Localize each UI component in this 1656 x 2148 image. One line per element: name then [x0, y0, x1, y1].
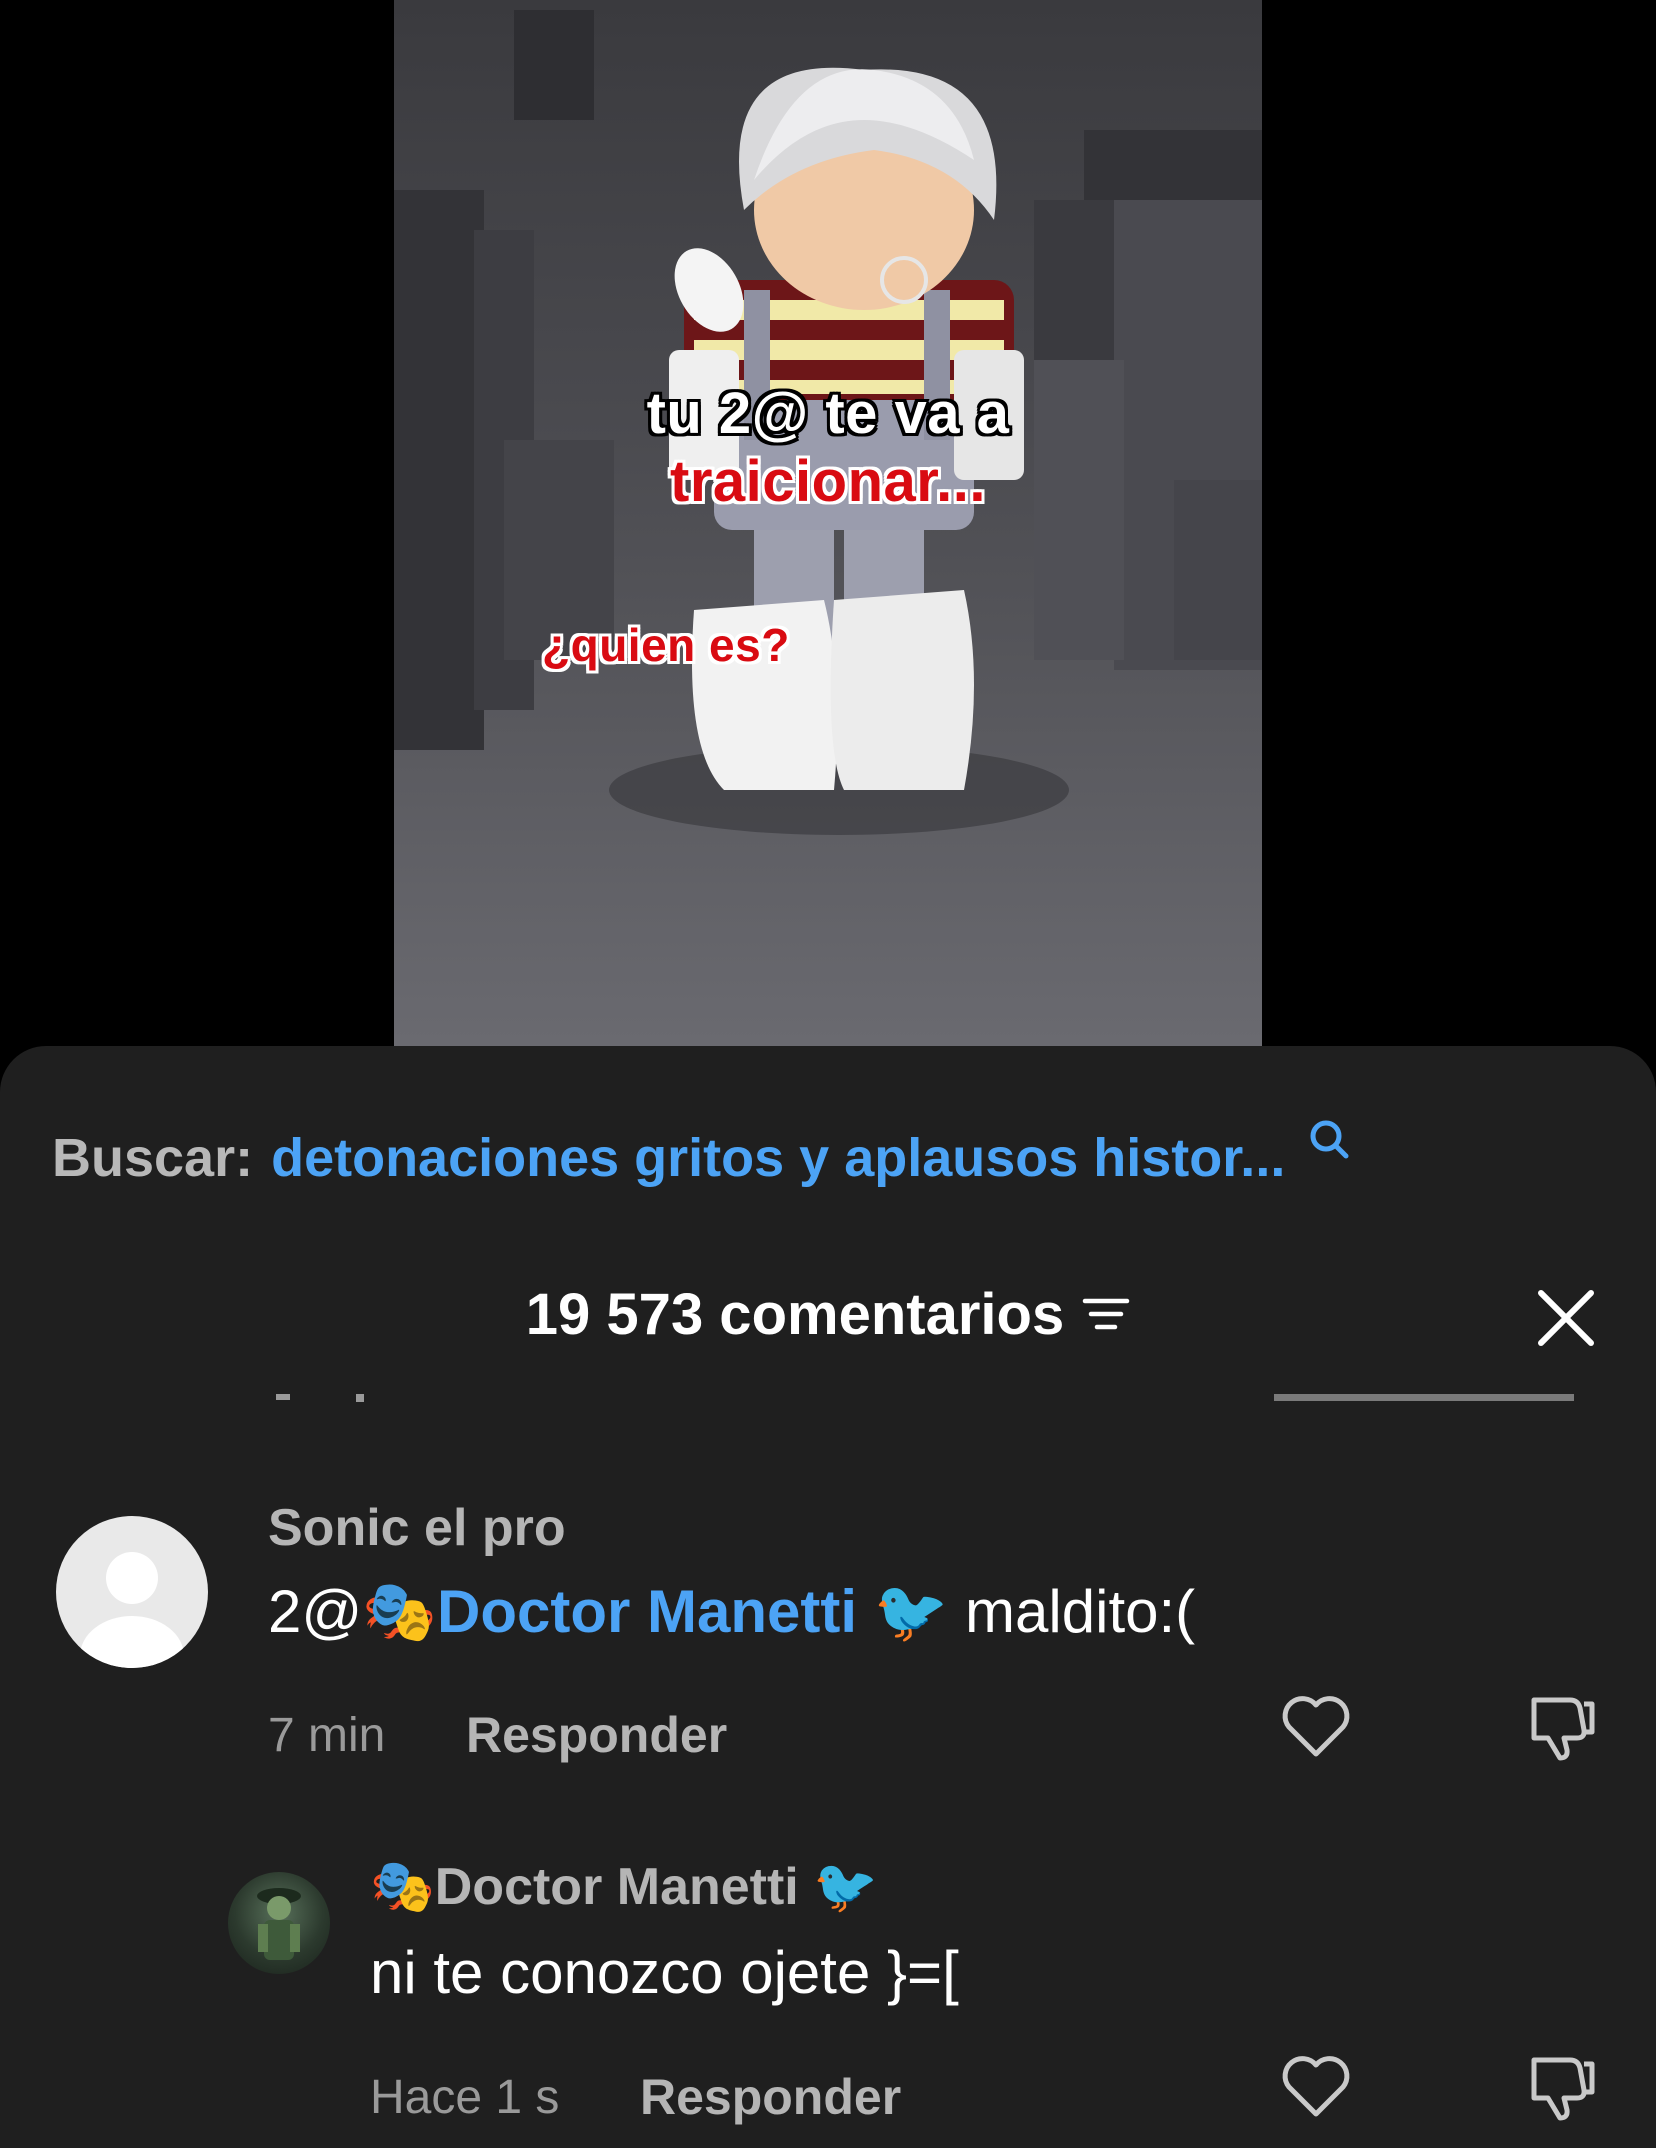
heart-icon[interactable] [1276, 1686, 1356, 1766]
heart-icon[interactable] [1276, 2046, 1356, 2126]
video-player[interactable]: tu 2@ te va a traicionar... ¿quien es? [394, 0, 1262, 1046]
video-caption-question: ¿quien es? [542, 619, 790, 671]
avatar[interactable] [56, 1516, 208, 1668]
bird-icon: 🐦 [813, 1857, 878, 1917]
comment-time: Hace 1 s [370, 2071, 560, 2124]
reply-button[interactable]: Responder [466, 1706, 727, 1764]
scrolled-content-edge [1270, 1394, 1610, 1412]
search-icon[interactable] [1307, 1112, 1351, 1174]
mention-link[interactable]: 🎭Doctor Manetti [362, 1577, 857, 1647]
comment-text-suffix: maldito:( [948, 1578, 1196, 1645]
username-text: Doctor Manetti [434, 1858, 799, 1916]
search-prefix: Buscar: [52, 1128, 254, 1188]
comments-sheet: Buscar: detonaciones gritos y aplausos h… [0, 1046, 1656, 2148]
video-caption-line2: traicionar... [670, 449, 986, 514]
dislike-icon[interactable] [1522, 2046, 1602, 2126]
related-search-link[interactable]: Buscar: detonaciones gritos y aplausos h… [52, 1118, 1351, 1198]
theater-masks-icon: 🎭 [362, 1577, 437, 1647]
video-scene [394, 10, 1262, 835]
bird-icon: 🐦 [873, 1577, 949, 1647]
comment-text: ni te conozco ojete }=[ [370, 1939, 959, 2006]
comment-time: 7 min [268, 1709, 386, 1762]
reply-button[interactable]: Responder [640, 2068, 901, 2126]
dislike-icon[interactable] [1522, 1686, 1602, 1766]
comments-header: 19 573 comentarios [0, 1274, 1656, 1354]
mention-name: Doctor Manetti [437, 1578, 857, 1645]
comment-username[interactable]: 🎭Doctor Manetti 🐦 [370, 1856, 878, 1917]
search-query[interactable]: detonaciones gritos y aplausos histor... [271, 1127, 1285, 1189]
comment-text: 2@🎭Doctor Manetti 🐦 maldito:( [268, 1576, 1195, 1647]
comment-text-prefix: 2@ [268, 1578, 363, 1645]
close-icon[interactable] [1536, 1288, 1596, 1348]
sort-icon[interactable] [1082, 1295, 1130, 1340]
avatar[interactable] [228, 1872, 330, 1974]
video-caption-line1: tu 2@ te va a [646, 381, 1010, 446]
comment-username[interactable]: Sonic el pro [268, 1498, 566, 1558]
comment-count: 19 573 comentarios [525, 1281, 1065, 1347]
scrolled-content-edge [270, 1394, 390, 1412]
theater-masks-icon: 🎭 [370, 1857, 435, 1917]
